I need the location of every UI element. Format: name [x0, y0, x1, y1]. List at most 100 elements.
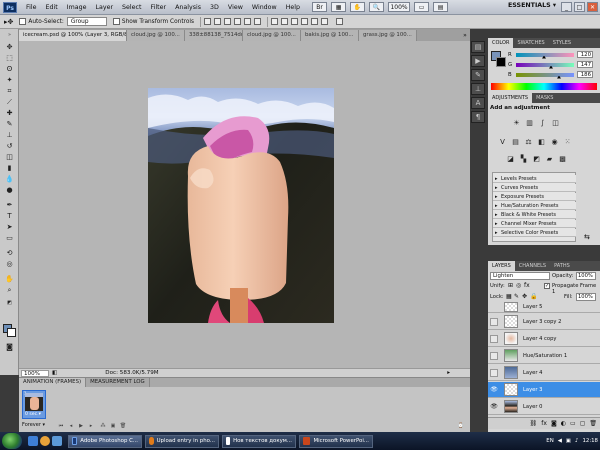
invert-icon[interactable]: ◪ [506, 155, 515, 164]
distribute-center-icon[interactable] [311, 18, 319, 25]
menu-select[interactable]: Select [122, 4, 141, 11]
duplicate-frame-icon[interactable]: ▣ [109, 423, 117, 429]
preset-hue-saturation[interactable]: Hue/Saturation Presets [493, 202, 576, 210]
preset-exposure[interactable]: Exposure Presets [493, 193, 576, 201]
mini-bridge-icon[interactable]: ▦ [331, 2, 347, 12]
layer-style-icon[interactable]: fx [541, 420, 547, 427]
blue-value[interactable]: 186 [577, 71, 593, 78]
preset-black-white[interactable]: Black & White Presets [493, 211, 576, 219]
distribute-middle-icon[interactable] [281, 18, 289, 25]
actions-panel-icon[interactable]: ▶ [471, 55, 485, 67]
blue-thumb[interactable] [557, 75, 561, 79]
green-track[interactable] [516, 62, 574, 69]
auto-select-dropdown[interactable]: Group [66, 17, 107, 26]
preset-levels[interactable]: Levels Presets [493, 175, 576, 183]
background-color-swatch[interactable] [7, 328, 16, 337]
convert-timeline-icon[interactable]: ⌚ [457, 423, 465, 429]
posterize-icon[interactable]: ▚ [519, 155, 528, 164]
tab-bakis[interactable]: bakis.jpg @ 100... [301, 30, 359, 41]
status-menu-icon[interactable]: ▸ [447, 370, 450, 376]
layer-row[interactable]: Layer 5 [488, 301, 600, 313]
document-canvas[interactable] [148, 88, 334, 323]
blur-tool-icon[interactable]: 💧 [4, 175, 15, 184]
visibility-toggle-icon[interactable] [490, 303, 498, 311]
move-tool-icon[interactable]: ✥ [4, 43, 15, 52]
marquee-tool-icon[interactable]: ⬚ [4, 54, 15, 63]
new-adjustment-icon[interactable]: ◐ [561, 420, 566, 427]
clone-source-panel-icon[interactable]: ⊥ [471, 83, 485, 95]
tab-cloud[interactable]: cloud.jpg @ 100... [127, 30, 185, 41]
lasso-tool-icon[interactable]: ʘ [4, 65, 15, 74]
visibility-toggle-icon[interactable] [490, 334, 498, 343]
background-color-swatch[interactable] [496, 57, 506, 67]
default-colors-icon[interactable]: ◩ [4, 299, 15, 308]
new-group-icon[interactable]: ▭ [570, 420, 576, 427]
layer-row[interactable]: Hue/Saturation 1 [488, 348, 600, 364]
brightness-icon[interactable]: ☀ [512, 119, 521, 128]
tab-icecream[interactable]: icecream.psd @ 100% (Layer 3, RGB/8#) * [19, 30, 127, 41]
magic-wand-tool-icon[interactable]: ✦ [4, 76, 15, 85]
brush-tool-icon[interactable]: ✎ [4, 120, 15, 129]
menu-window[interactable]: Window [252, 4, 277, 11]
preset-channel-mixer[interactable]: Channel Mixer Presets [493, 220, 576, 228]
gradient-map-icon[interactable]: ▰ [545, 155, 554, 164]
tab-masks[interactable]: MASKS [532, 93, 557, 103]
crop-tool-icon[interactable]: ⌗ [4, 87, 15, 96]
align-middle-icon[interactable] [214, 18, 222, 25]
visibility-toggle-icon[interactable] [490, 351, 498, 360]
eye-icon[interactable]: 👁 [490, 386, 498, 394]
animation-frame[interactable]: 1 0 sec.▾ [22, 390, 46, 419]
loop-dropdown[interactable]: Forever ▾ [22, 422, 45, 428]
task-notepad[interactable]: Нов текстов докум... [222, 434, 296, 448]
unify-position-icon[interactable]: ⊞ [508, 282, 513, 289]
menu-edit[interactable]: Edit [46, 4, 58, 11]
add-mask-icon[interactable]: ◙ [551, 420, 557, 427]
curves-icon[interactable]: ∫ [538, 119, 547, 128]
align-bottom-icon[interactable] [224, 18, 232, 25]
hue-saturation-icon[interactable]: ▤ [511, 138, 520, 147]
green-slider[interactable]: G 147 [508, 61, 596, 69]
align-left-icon[interactable] [234, 18, 242, 25]
vibrance-icon[interactable]: V [498, 138, 507, 147]
quicklaunch-icon[interactable] [40, 436, 50, 446]
menu-3d[interactable]: 3D [210, 4, 219, 11]
lock-all-icon[interactable]: 🔒 [530, 293, 537, 300]
layer-row[interactable]: Layer 4 copy [488, 331, 600, 347]
clock[interactable]: 12:18 [582, 438, 598, 444]
red-track[interactable] [516, 52, 574, 59]
red-slider[interactable]: R 120 [508, 51, 596, 59]
task-photoshop[interactable]: Adobe Photoshop C... [68, 434, 142, 448]
distribute-left-icon[interactable] [301, 18, 309, 25]
menu-help[interactable]: Help [286, 4, 300, 11]
bridge-icon[interactable]: Br [312, 2, 328, 12]
opacity-field[interactable]: 100% [576, 272, 596, 280]
menu-layer[interactable]: Layer [95, 4, 113, 11]
shape-tool-icon[interactable]: ▭ [4, 234, 15, 243]
layer-row[interactable]: 👁 Layer 0 [488, 399, 600, 415]
menu-file[interactable]: File [26, 4, 37, 11]
blue-slider[interactable]: B 186 [508, 71, 596, 79]
healing-brush-tool-icon[interactable]: ✚ [4, 109, 15, 118]
red-value[interactable]: 120 [577, 51, 593, 58]
paragraph-panel-icon[interactable]: ¶ [471, 111, 485, 123]
character-panel-icon[interactable]: A [471, 97, 485, 109]
play-icon[interactable]: ▶ [77, 423, 85, 429]
frame-delay[interactable]: 0 sec.▾ [25, 412, 41, 417]
close-icon[interactable]: ✕ [587, 2, 598, 12]
tab-layers[interactable]: LAYERS [488, 261, 515, 271]
unify-style-icon[interactable]: fx [524, 282, 530, 289]
history-brush-tool-icon[interactable]: ↺ [4, 142, 15, 151]
quicklaunch-icon[interactable] [52, 436, 62, 446]
blend-mode-dropdown[interactable]: Lighten [490, 272, 550, 280]
delete-frame-icon[interactable]: 🗑 [119, 423, 127, 429]
layer-row-selected[interactable]: 👁 Layer 3 [488, 382, 600, 398]
tab-measurement-log[interactable]: MEASUREMENT LOG [86, 378, 150, 387]
green-value[interactable]: 147 [577, 61, 593, 68]
move-tool-icon[interactable]: ▸✥ [4, 18, 13, 26]
tab-swatches[interactable]: SWATCHES [513, 38, 548, 48]
quicklaunch-icon[interactable] [28, 436, 38, 446]
unify-visibility-icon[interactable]: ◎ [516, 282, 521, 289]
tab-channels[interactable]: CHANNELS [515, 261, 550, 271]
align-right-icon[interactable] [254, 18, 262, 25]
menu-view[interactable]: View [228, 4, 243, 11]
